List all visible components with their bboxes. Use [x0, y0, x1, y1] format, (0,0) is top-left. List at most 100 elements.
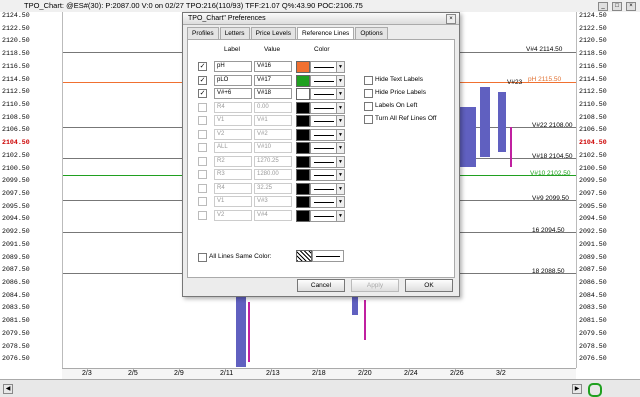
- option-checkbox[interactable]: [364, 89, 373, 98]
- row-value-input[interactable]: V#1: [254, 115, 292, 126]
- all-same-color-swatch[interactable]: [296, 250, 312, 262]
- row-value-input[interactable]: V#17: [254, 74, 292, 86]
- row-line-style-select[interactable]: [310, 142, 338, 154]
- row-color-swatch[interactable]: [296, 88, 310, 100]
- row-label-input[interactable]: V2: [214, 209, 252, 221]
- option-checkbox[interactable]: [364, 102, 373, 111]
- chevron-down-icon[interactable]: ▼: [336, 74, 345, 87]
- row-color-swatch[interactable]: [296, 61, 310, 73]
- row-checkbox[interactable]: [198, 170, 207, 179]
- row-label-input[interactable]: R4: [214, 101, 252, 113]
- row-value-input[interactable]: V#2: [254, 128, 292, 140]
- row-label-input[interactable]: R3: [214, 169, 252, 180]
- row-value-input[interactable]: 1280.00: [254, 169, 292, 180]
- row-value-input[interactable]: 0.00: [254, 101, 292, 113]
- row-label-input[interactable]: R4: [214, 182, 252, 194]
- row-checkbox[interactable]: [198, 116, 207, 125]
- row-color-swatch[interactable]: [296, 101, 310, 114]
- option-checkbox[interactable]: [364, 115, 373, 124]
- ok-button[interactable]: OK: [405, 279, 453, 292]
- row-line-style-select[interactable]: [310, 182, 338, 195]
- row-line-style-select[interactable]: [310, 115, 338, 127]
- row-color-swatch[interactable]: [296, 142, 310, 154]
- row-value-input[interactable]: V#4: [254, 209, 292, 221]
- row-line-style-select[interactable]: [310, 128, 338, 141]
- row-checkbox[interactable]: [198, 129, 207, 139]
- chevron-down-icon[interactable]: ▼: [336, 61, 345, 73]
- row-color-swatch[interactable]: [296, 115, 310, 127]
- chevron-down-icon[interactable]: ▼: [336, 101, 345, 114]
- row-label-input[interactable]: R2: [214, 155, 252, 167]
- dialog-close-icon[interactable]: ×: [446, 14, 456, 24]
- row-label-input[interactable]: V1: [214, 115, 252, 126]
- chevron-down-icon[interactable]: ▼: [336, 169, 345, 181]
- row-label-input[interactable]: V1: [214, 196, 252, 207]
- row-checkbox[interactable]: [198, 102, 207, 112]
- tab-options[interactable]: Options: [355, 27, 388, 39]
- scroll-left-icon[interactable]: ◀: [3, 384, 13, 394]
- all-same-color-line-select[interactable]: [312, 250, 344, 262]
- row-line-style-select[interactable]: [310, 101, 338, 114]
- row-line-style-select[interactable]: [310, 169, 338, 181]
- maximize-icon[interactable]: □: [612, 2, 622, 11]
- option-checkbox[interactable]: [364, 76, 373, 85]
- row-checkbox[interactable]: ✓: [198, 62, 207, 71]
- row-value-input[interactable]: V#16: [254, 61, 292, 72]
- row-line-style-select[interactable]: [310, 196, 338, 208]
- row-value-input[interactable]: V#3: [254, 196, 292, 207]
- row-color-swatch[interactable]: [296, 128, 310, 141]
- row-checkbox[interactable]: [198, 210, 207, 220]
- row-line-style-select[interactable]: [310, 88, 338, 100]
- horizontal-scrollbar[interactable]: ◀ ▶: [0, 379, 640, 397]
- chevron-down-icon[interactable]: ▼: [336, 209, 345, 222]
- chevron-down-icon[interactable]: ▼: [336, 128, 345, 141]
- row-line-style-select[interactable]: [310, 209, 338, 222]
- row-line-style-select[interactable]: [310, 155, 338, 168]
- row-value-input[interactable]: 1270.25: [254, 155, 292, 167]
- chevron-down-icon[interactable]: ▼: [336, 196, 345, 208]
- row-line-style-select[interactable]: [310, 61, 338, 73]
- all-same-color-checkbox[interactable]: [198, 253, 207, 262]
- row-line-style-select[interactable]: [310, 74, 338, 87]
- row-checkbox[interactable]: [198, 143, 207, 152]
- row-label-input[interactable]: pH: [214, 61, 252, 72]
- row-label-input[interactable]: V2: [214, 128, 252, 140]
- refresh-icon[interactable]: [588, 383, 602, 397]
- reference-lines-panel: Label Value Color Hide Text Labels Hide …: [187, 39, 455, 278]
- chevron-down-icon[interactable]: ▼: [336, 155, 345, 168]
- chevron-down-icon[interactable]: ▼: [336, 142, 345, 154]
- chevron-down-icon[interactable]: ▼: [336, 182, 345, 195]
- label-v18: V#18 2104.50: [532, 153, 573, 160]
- row-label-input[interactable]: ALL: [214, 142, 252, 153]
- apply-button[interactable]: Apply: [351, 279, 399, 292]
- row-color-swatch[interactable]: [296, 182, 310, 195]
- row-color-swatch[interactable]: [296, 196, 310, 208]
- minimize-icon[interactable]: _: [598, 2, 608, 11]
- row-checkbox[interactable]: ✓: [198, 89, 207, 98]
- tab-letters[interactable]: Letters: [219, 27, 250, 39]
- row-color-swatch[interactable]: [296, 155, 310, 168]
- row-value-input[interactable]: V#10: [254, 142, 292, 153]
- row-value-input[interactable]: V#18: [254, 88, 292, 99]
- cancel-button[interactable]: Cancel: [297, 279, 345, 292]
- price-tick: 2097.50: [579, 190, 607, 197]
- price-tick: 2112.50: [2, 88, 30, 96]
- tab-price-levels[interactable]: Price Levels: [250, 27, 296, 39]
- close-icon[interactable]: ×: [626, 2, 636, 11]
- row-checkbox[interactable]: [198, 197, 207, 206]
- row-color-swatch[interactable]: [296, 74, 310, 87]
- tab-profiles[interactable]: Profiles: [187, 27, 219, 39]
- row-checkbox[interactable]: [198, 183, 207, 193]
- row-checkbox[interactable]: ✓: [198, 75, 207, 85]
- label-v22: V#22 2108.00: [532, 122, 573, 129]
- row-color-swatch[interactable]: [296, 209, 310, 222]
- row-checkbox[interactable]: [198, 156, 207, 166]
- row-value-input[interactable]: 32.25: [254, 182, 292, 194]
- scroll-right-icon[interactable]: ▶: [572, 384, 582, 394]
- chevron-down-icon[interactable]: ▼: [336, 115, 345, 127]
- row-label-input[interactable]: pLO: [214, 74, 252, 86]
- row-color-swatch[interactable]: [296, 169, 310, 181]
- price-axis-right: 2124.50 2122.50 2120.50 2118.50 2116.50 2114.…: [576, 12, 640, 368]
- chevron-down-icon[interactable]: ▼: [336, 88, 345, 100]
- row-label-input[interactable]: V#+6: [214, 88, 252, 99]
